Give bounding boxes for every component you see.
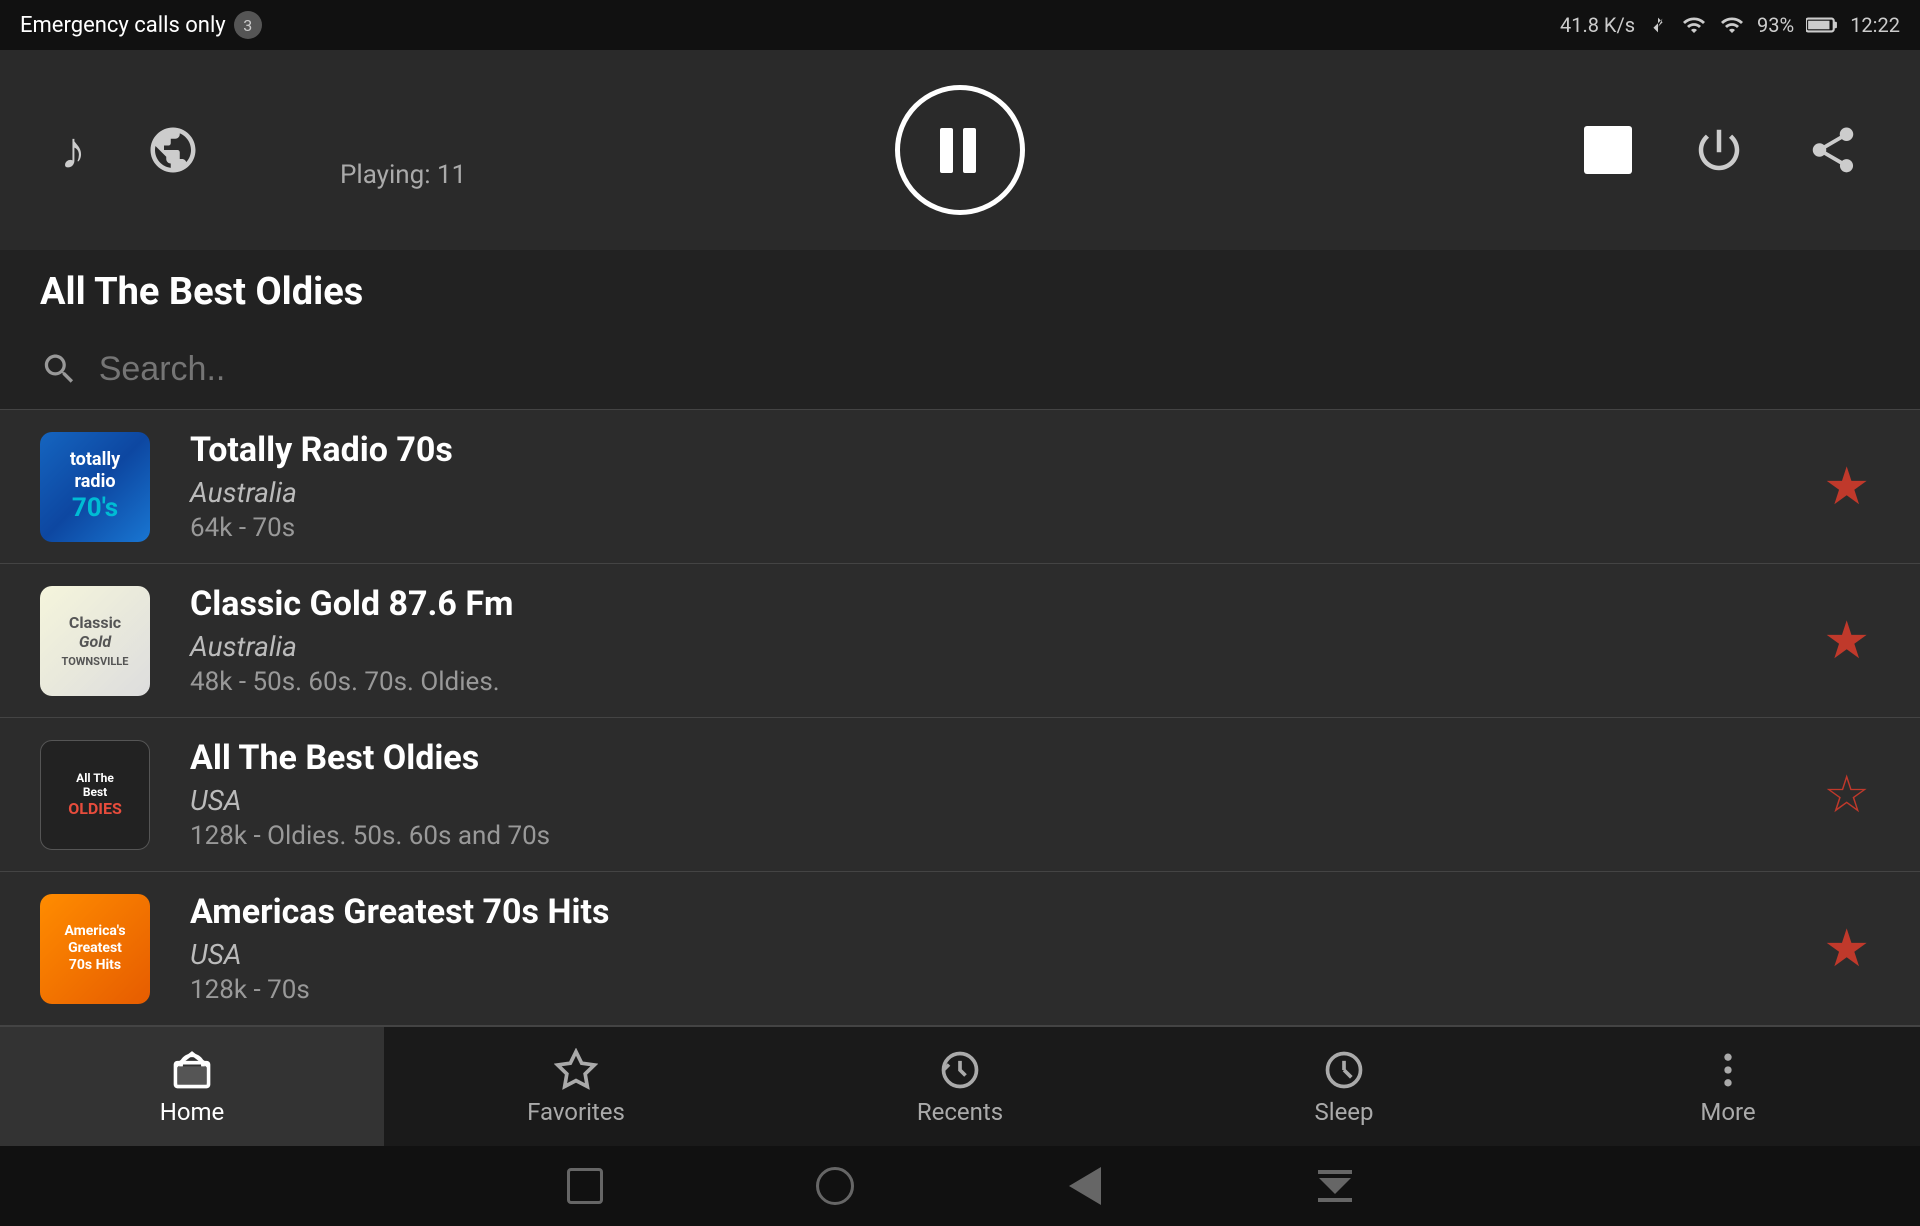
emergency-text: Emergency calls only — [20, 13, 226, 38]
search-bar — [0, 334, 1920, 410]
system-nav-bar — [0, 1146, 1920, 1226]
station-info-3: All The Best Oldies USA 128k - Oldies. 5… — [190, 738, 1813, 851]
favorite-button-3[interactable]: ☆ — [1813, 754, 1880, 835]
home-icon — [170, 1048, 214, 1092]
favorite-button-2[interactable]: ★ — [1813, 600, 1880, 681]
pause-button[interactable] — [895, 85, 1025, 215]
clock: 12:22 — [1850, 13, 1900, 37]
station-details: 48k - 50s. 60s. 70s. Oldies. — [190, 667, 1813, 697]
network-speed: 41.8 K/s — [1560, 13, 1635, 37]
station-country: Australia — [190, 630, 1813, 663]
playing-label: Playing: 11 — [340, 160, 466, 190]
station-country: USA — [190, 784, 1813, 817]
radio-item[interactable]: Classic Gold TOWNSVILLE Classic Gold 87.… — [0, 564, 1920, 718]
player-center — [895, 85, 1025, 215]
nav-label-favorites: Favorites — [527, 1098, 625, 1126]
sleep-icon — [1322, 1048, 1366, 1092]
globe-icon[interactable] — [146, 123, 200, 177]
search-input[interactable] — [99, 350, 1880, 389]
more-icon — [1706, 1048, 1750, 1092]
recent-apps-button[interactable] — [560, 1161, 610, 1211]
radio-item[interactable]: All The Best OLDIES All The Best Oldies … — [0, 718, 1920, 872]
station-country: Australia — [190, 476, 1813, 509]
station-details: 128k - Oldies. 50s. 60s and 70s — [190, 821, 1813, 851]
share-icon[interactable] — [1806, 123, 1860, 177]
current-station-title: All The Best Oldies — [0, 250, 1920, 334]
search-icon — [40, 349, 79, 389]
station-details: 64k - 70s — [190, 513, 1813, 543]
bluetooth-icon — [1647, 11, 1669, 39]
radio-list: totally radio 70's Totally Radio 70s Aus… — [0, 410, 1920, 1026]
nav-item-recents[interactable]: Recents — [768, 1027, 1152, 1146]
station-info-1: Totally Radio 70s Australia 64k - 70s — [190, 430, 1813, 543]
nav-label-more: More — [1700, 1098, 1755, 1126]
stop-button[interactable] — [1584, 126, 1632, 174]
station-logo-3: All The Best OLDIES — [40, 740, 150, 850]
nav-item-favorites[interactable]: Favorites — [384, 1027, 768, 1146]
player-header: ♪ Playing: 11 — [0, 50, 1920, 250]
station-name: All The Best Oldies — [190, 738, 1813, 778]
status-bar: Emergency calls only 3 41.8 K/s 93% 12:2… — [0, 0, 1920, 50]
station-name: Totally Radio 70s — [190, 430, 1813, 470]
station-name: Americas Greatest 70s Hits — [190, 892, 1813, 932]
nav-item-more[interactable]: More — [1536, 1027, 1920, 1146]
wifi-icon — [1719, 13, 1745, 37]
nav-label-recents: Recents — [917, 1098, 1003, 1126]
signal-icon — [1681, 13, 1707, 37]
home-button[interactable] — [810, 1161, 860, 1211]
download-button[interactable] — [1310, 1161, 1360, 1211]
back-button[interactable] — [1060, 1161, 1110, 1211]
radio-item[interactable]: totally radio 70's Totally Radio 70s Aus… — [0, 410, 1920, 564]
station-logo-2: Classic Gold TOWNSVILLE — [40, 586, 150, 696]
favorite-button-4[interactable]: ★ — [1813, 908, 1880, 989]
battery-icon — [1806, 13, 1838, 37]
recents-icon — [938, 1048, 982, 1092]
battery-level: 93% — [1757, 13, 1794, 37]
music-note-icon: ♪ — [60, 120, 86, 181]
nav-item-sleep[interactable]: Sleep — [1152, 1027, 1536, 1146]
station-logo-4: America's Greatest 70s Hits — [40, 894, 150, 1004]
radio-item[interactable]: America's Greatest 70s Hits Americas Gre… — [0, 872, 1920, 1026]
bottom-nav: Home Favorites Recents Sleep More — [0, 1026, 1920, 1146]
station-details: 128k - 70s — [190, 975, 1813, 1005]
power-icon[interactable] — [1692, 123, 1746, 177]
nav-label-home: Home — [160, 1098, 225, 1126]
station-info-2: Classic Gold 87.6 Fm Australia 48k - 50s… — [190, 584, 1813, 697]
pause-icon — [940, 125, 980, 175]
nav-item-home[interactable]: Home — [0, 1027, 384, 1146]
notification-badge: 3 — [234, 11, 262, 39]
station-name: Classic Gold 87.6 Fm — [190, 584, 1813, 624]
station-country: USA — [190, 938, 1813, 971]
favorite-button-1[interactable]: ★ — [1813, 446, 1880, 527]
nav-label-sleep: Sleep — [1314, 1098, 1373, 1126]
favorites-icon — [554, 1048, 598, 1092]
station-logo-1: totally radio 70's — [40, 432, 150, 542]
station-info-4: Americas Greatest 70s Hits USA 128k - 70… — [190, 892, 1813, 1005]
